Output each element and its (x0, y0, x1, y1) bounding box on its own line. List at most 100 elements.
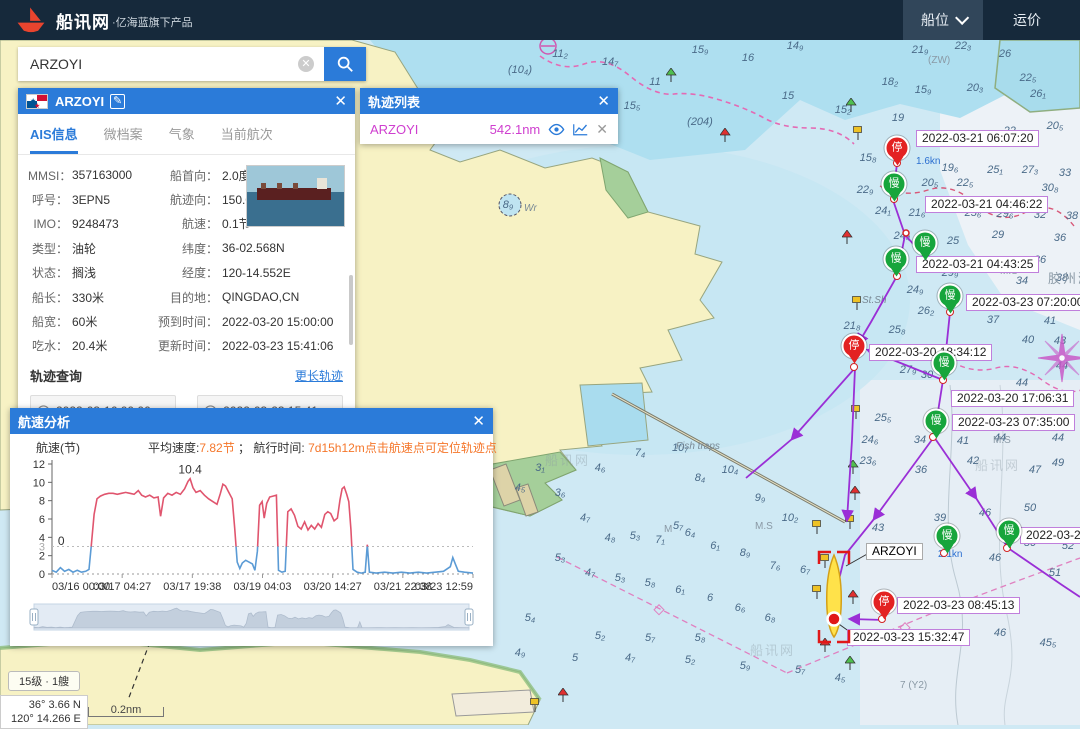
avg-speed-value: 7.82节 (199, 441, 234, 455)
sail-duration-value: 7d15h12m (308, 441, 365, 455)
slow-track-pin[interactable]: 慢 (882, 172, 907, 197)
close-icon[interactable]: ✕ (334, 92, 347, 110)
slow-track-pin[interactable]: 慢 (884, 247, 909, 272)
svg-text:8: 8 (39, 496, 45, 508)
slow-track-pin[interactable]: 慢 (913, 231, 938, 256)
svg-text:6: 6 (39, 514, 45, 526)
svg-text:03/19 04:03: 03/19 04:03 (233, 581, 291, 593)
search-input[interactable] (18, 47, 324, 81)
track-list-header: 轨迹列表 ✕ (360, 88, 618, 114)
track-timestamp-label[interactable]: 2022-03-23 07:35:00 (952, 414, 1075, 431)
svg-text:10: 10 (33, 477, 45, 489)
stop-track-pin[interactable]: 停 (872, 590, 897, 615)
brand[interactable]: 船讯网 ·亿海蓝旗下产品 (14, 4, 193, 36)
panel-scrollbar[interactable] (349, 275, 353, 345)
field-row: 吃水：20.4米 (28, 334, 156, 358)
visibility-toggle[interactable] (548, 123, 565, 136)
panama-flag-icon: ★★ (26, 94, 48, 109)
search-button[interactable] (324, 47, 366, 81)
ship-name-map-label[interactable]: ARZOYI (866, 543, 923, 560)
clear-search-icon[interactable]: ✕ (298, 56, 314, 72)
longer-track-link[interactable]: 更长轨迹 (295, 367, 343, 384)
ais-fields: MMSI：357163000呼号：3EPN5IMO：9248473类型：油轮状态… (18, 155, 355, 362)
ship-panel-header: ★★ ARZOYI ✎ ✕ (18, 88, 355, 114)
ship-panel-title: ARZOYI (55, 94, 104, 109)
track-query-title: 轨迹查询 (30, 366, 82, 385)
line-chart-icon (573, 123, 588, 136)
stop-track-pin[interactable]: 停 (842, 334, 867, 359)
speed-line-chart[interactable]: 024681012303/16 00:0003/17 04:2703/17 19… (18, 456, 485, 596)
field-row: 目的地：QINGDAO,CN (156, 285, 345, 309)
close-icon[interactable]: ✕ (472, 412, 485, 430)
field-row: MMSI：357163000 (28, 163, 156, 187)
field-row: 船宽：60米 (28, 309, 156, 333)
chart-range-brush[interactable] (26, 601, 477, 635)
field-row: 预到时间：2022-03-20 15:00:00 (156, 309, 345, 333)
slow-track-pin[interactable]: 慢 (938, 284, 963, 309)
boat-logo-icon (14, 4, 48, 36)
field-row: 船长：330米 (28, 285, 156, 309)
track-timestamp-label[interactable]: 2022-03-23 15:32:47 (847, 629, 970, 646)
nav-item-charter[interactable]: 租船 (1063, 0, 1080, 40)
speed-stats-row: 航速(节) 平均速度:7.82节 ； 航行时间: 7d15h12m 点击航速点可… (10, 434, 493, 456)
svg-text:03/17 19:38: 03/17 19:38 (163, 581, 221, 593)
nav-item-ship-position[interactable]: 船位 (903, 0, 983, 40)
track-distance: 542.1nm (490, 122, 541, 137)
y-axis-title: 航速(节) (36, 439, 80, 456)
ship-panel-tabs: AIS信息 微档案 气象 当前航次 (18, 114, 355, 155)
slow-track-pin[interactable]: 慢 (924, 409, 949, 434)
field-row: IMO：9248473 (28, 212, 156, 236)
track-timestamp-label[interactable]: 2022-03-23 08:45:13 (897, 597, 1020, 614)
longitude: 120° 14.266 E (11, 712, 81, 726)
ship-info-panel: ★★ ARZOYI ✎ ✕ AIS信息 微档案 气象 当前航次 MMSI：357… (18, 88, 355, 418)
brand-name: 船讯网 (56, 8, 110, 33)
close-icon[interactable]: ✕ (597, 92, 610, 110)
tab-ais-info[interactable]: AIS信息 (30, 114, 78, 154)
field-row: 类型：油轮 (28, 236, 156, 260)
track-timestamp-label[interactable]: 2022-03-20 (1020, 527, 1080, 544)
track-timestamp-label[interactable]: 2022-03-20 18:34:12 (869, 344, 992, 361)
svg-text:0: 0 (58, 534, 65, 548)
track-timestamp-label[interactable]: 2022-03-23 07:20:00 (966, 294, 1080, 311)
speed-panel-header: 航速分析 ✕ (10, 408, 493, 434)
stop-track-pin[interactable]: 停 (885, 136, 910, 161)
track-timestamp-label[interactable]: 2022-03-21 06:07:20 (916, 130, 1039, 147)
top-navbar: 船讯网 ·亿海蓝旗下产品 船位 运价 租船 (0, 0, 1080, 40)
svg-text:3: 3 (39, 542, 45, 554)
field-row: 更新时间：2022-03-23 15:41:06 (156, 334, 345, 358)
track-timestamp-label[interactable]: 2022-03-21 04:43:25 (916, 256, 1039, 273)
slow-track-pin[interactable]: 慢 (997, 519, 1022, 544)
cursor-coordinates: 36° 3.66 N 120° 14.266 E (0, 695, 88, 729)
track-list-panel: 轨迹列表 ✕ ARZOYI 542.1nm ✕ (360, 88, 618, 144)
track-timestamp-label[interactable]: 2022-03-20 17:06:31 (951, 390, 1074, 407)
slow-track-pin[interactable]: 慢 (935, 524, 960, 549)
speed-chart-toggle[interactable] (573, 123, 588, 136)
speed-panel-title: 航速分析 (18, 412, 70, 431)
svg-text:12: 12 (33, 459, 45, 471)
svg-text:10.4: 10.4 (178, 463, 202, 477)
tab-current-voyage[interactable]: 当前航次 (221, 114, 273, 154)
scale-value: 0.2nm (111, 704, 142, 716)
track-timestamp-label[interactable]: 2022-03-21 04:46:22 (925, 196, 1048, 213)
search-icon (336, 55, 354, 73)
svg-text:03/23 12:59: 03/23 12:59 (415, 581, 473, 593)
track-ship-name[interactable]: ARZOYI (370, 122, 418, 137)
tab-weather[interactable]: 气象 (169, 114, 195, 154)
zoom-level-badge: 15级 · 1艘 (8, 671, 80, 691)
field-row: 状态：搁浅 (28, 261, 156, 285)
nav-item-freight-rate[interactable]: 运价 (995, 0, 1059, 40)
chart-hint: 点击航速点可定位轨迹点 (365, 439, 497, 456)
brand-suffix: ·亿海蓝旗下产品 (112, 14, 193, 30)
ship-search-bar: ✕ (18, 47, 366, 81)
svg-text:03/17 04:27: 03/17 04:27 (93, 581, 151, 593)
map-scale-bar: 0.2nm (88, 704, 164, 717)
eye-icon (548, 123, 565, 136)
field-row: 呼号：3EPN5 (28, 187, 156, 211)
edit-icon[interactable]: ✎ (110, 94, 125, 109)
tab-micro-archive[interactable]: 微档案 (104, 114, 143, 154)
slow-track-pin[interactable]: 慢 (932, 351, 957, 376)
track-list-title: 轨迹列表 (368, 92, 420, 111)
ship-photo (246, 165, 345, 227)
remove-track-icon[interactable]: ✕ (596, 121, 608, 138)
latitude: 36° 3.66 N (11, 698, 81, 712)
